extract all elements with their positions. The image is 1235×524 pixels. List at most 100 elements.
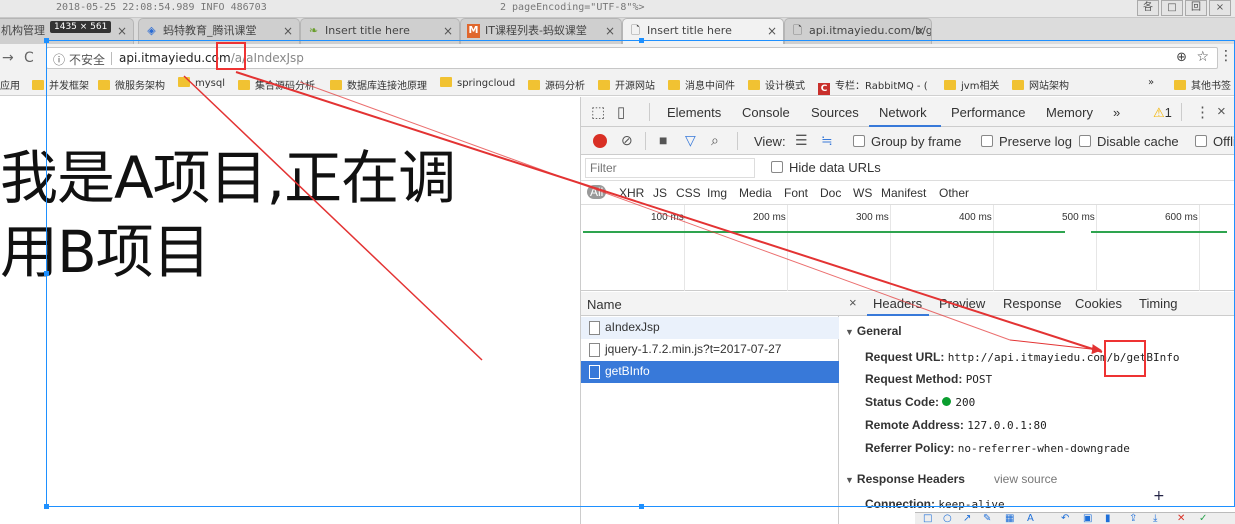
bookmark-folder-springcloud[interactable]: springcloud — [440, 77, 515, 89]
bookmark-folder-jvm[interactable]: jvm相关 — [944, 77, 999, 92]
text-tool-icon[interactable]: A — [1027, 513, 1034, 524]
url-text[interactable]: api.itmayiedu.com/a/aIndexJsp — [119, 51, 304, 65]
bookmark-folder-source-analysis[interactable]: 源码分析 — [528, 77, 585, 92]
pin-icon[interactable]: ▮ — [1105, 513, 1111, 524]
close-detail-icon[interactable]: × — [849, 295, 857, 310]
devtools-menu-icon[interactable]: ⋮ — [1195, 103, 1210, 121]
bookmark-apps[interactable]: 应用 — [0, 77, 20, 92]
bookmark-folder-connection-pool[interactable]: 数据库连接池原理 — [330, 77, 427, 92]
type-filter-font[interactable]: Font — [784, 186, 808, 200]
window-button-1[interactable]: 各 — [1137, 0, 1159, 16]
bookmarks-overflow-button[interactable]: » — [1148, 77, 1154, 88]
tab-api-b[interactable]: 🗋 api.itmayiedu.com/b/g × — [784, 18, 932, 44]
close-window-button[interactable]: × — [1209, 0, 1231, 16]
disable-cache-toggle[interactable]: Disable cache — [1079, 134, 1179, 149]
tab-response[interactable]: Response — [1003, 296, 1062, 311]
maximize-button[interactable]: 回 — [1185, 0, 1207, 16]
mosaic-tool-icon[interactable]: ▦ — [1005, 513, 1014, 524]
bookmark-folder-design-patterns[interactable]: 设计模式 — [748, 77, 805, 92]
network-timeline-overview[interactable]: 100 ms 200 ms 300 ms 400 ms 500 ms 600 m… — [581, 205, 1235, 291]
type-filter-manifest[interactable]: Manifest — [881, 186, 926, 200]
type-filter-all[interactable]: All — [587, 185, 607, 199]
browser-menu-icon[interactable]: ⋮ — [1219, 48, 1233, 64]
arrow-tool-icon[interactable]: ↗ — [963, 513, 971, 524]
type-filter-img[interactable]: Img — [707, 186, 727, 200]
filter-icon[interactable]: ▽ — [685, 132, 696, 149]
tab-elements[interactable]: Elements — [667, 105, 721, 120]
zoom-icon[interactable]: ⊕ — [1176, 50, 1187, 65]
bookmark-folder-microservices[interactable]: 微服务架构 — [98, 77, 165, 92]
tab-memory[interactable]: Memory — [1046, 105, 1093, 120]
waterfall-view-icon[interactable]: ≒ — [821, 132, 833, 149]
minimize-button[interactable]: □ — [1161, 0, 1183, 16]
general-section-toggle[interactable]: ▼ General — [845, 324, 902, 338]
bookmark-rabbitmq-column[interactable]: C 专栏：RabbitMQ - ( — [818, 77, 928, 95]
record-icon[interactable] — [593, 134, 607, 148]
tab-insert-title-2[interactable]: 🗋 Insert title here × — [622, 18, 784, 44]
offline-toggle[interactable]: Offli — [1195, 134, 1235, 149]
type-filter-css[interactable]: CSS — [676, 186, 701, 200]
type-filter-js[interactable]: JS — [653, 186, 667, 200]
bookmark-folder-mq[interactable]: 消息中间件 — [668, 77, 735, 92]
filter-input[interactable] — [585, 158, 755, 178]
type-filter-other[interactable]: Other — [939, 186, 969, 200]
request-list-header-name[interactable]: Name — [581, 292, 839, 316]
request-row-jquery[interactable]: jquery-1.7.2.min.js?t=2017-07-27 — [581, 339, 839, 361]
search-icon[interactable]: ⌕ — [711, 132, 719, 149]
tab-performance[interactable]: Performance — [951, 105, 1025, 120]
ellipse-tool-icon[interactable]: ○ — [943, 513, 952, 524]
type-filter-xhr[interactable]: XHR — [619, 186, 644, 200]
tab-console[interactable]: Console — [742, 105, 790, 120]
tab-sources[interactable]: Sources — [811, 105, 859, 120]
close-devtools-icon[interactable]: × — [1217, 103, 1226, 120]
bookmark-folder-opensource[interactable]: 开源网站 — [598, 77, 655, 92]
response-headers-toggle[interactable]: ▼ Response Headers — [845, 472, 965, 486]
info-icon[interactable]: ⓘ — [53, 51, 65, 68]
tab-timing[interactable]: Timing — [1139, 296, 1178, 311]
warning-counter[interactable]: ⚠1 — [1153, 105, 1172, 121]
bookmark-folder-concurrency[interactable]: 并发框架 — [32, 77, 89, 92]
inspect-element-icon[interactable]: ⬚ — [591, 103, 605, 121]
close-icon[interactable]: × — [605, 19, 615, 43]
camera-icon[interactable]: ■ — [659, 132, 667, 148]
more-tabs-button[interactable]: » — [1113, 105, 1120, 120]
list-view-icon[interactable]: ☰ — [795, 132, 808, 149]
close-icon[interactable]: × — [767, 19, 777, 43]
bookmark-star-icon[interactable]: ☆ — [1196, 49, 1209, 65]
device-toolbar-icon[interactable]: ▯ — [617, 103, 625, 121]
type-filter-doc[interactable]: Doc — [820, 186, 841, 200]
hide-data-urls-toggle[interactable]: Hide data URLs — [771, 160, 881, 175]
tab-it-course-list[interactable]: M IT课程列表-蚂蚁课堂 × — [460, 18, 622, 44]
request-row-aindexjsp[interactable]: aIndexJsp — [581, 317, 839, 339]
share-icon[interactable]: ⇪ — [1129, 513, 1137, 524]
request-row-getbinfo[interactable]: getBInfo — [581, 361, 839, 383]
undo-icon[interactable]: ↶ — [1061, 513, 1069, 524]
close-icon[interactable]: × — [283, 19, 293, 43]
tab-insert-title-1[interactable]: ❧ Insert title here × — [300, 18, 460, 44]
bookmark-folder-site-architecture[interactable]: 网站架构 — [1012, 77, 1069, 92]
cancel-capture-icon[interactable]: ✕ — [1177, 513, 1185, 524]
group-by-frame-toggle[interactable]: Group by frame — [853, 134, 961, 149]
tab-cookies[interactable]: Cookies — [1075, 296, 1122, 311]
tab-preview[interactable]: Preview — [939, 296, 985, 311]
close-icon[interactable]: × — [117, 19, 127, 43]
confirm-capture-icon[interactable]: ✓ — [1199, 513, 1207, 524]
rectangle-tool-icon[interactable]: □ — [923, 513, 932, 524]
reload-icon[interactable]: C — [24, 50, 34, 66]
clear-icon[interactable]: ⊘ — [621, 132, 633, 149]
download-icon[interactable]: ⤓ — [1153, 513, 1157, 524]
type-filter-ws[interactable]: WS — [853, 186, 872, 200]
tab-tencent-classroom[interactable]: ◈ 蚂特教育_腾讯课堂 × — [138, 18, 300, 44]
close-icon[interactable]: × — [443, 19, 453, 43]
forward-arrow-icon[interactable]: → — [2, 50, 14, 66]
view-source-link[interactable]: view source — [994, 472, 1057, 486]
bookmark-folder-mysql[interactable]: mysql — [178, 77, 225, 89]
tab-headers[interactable]: Headers — [873, 296, 922, 311]
save-icon[interactable]: ▣ — [1083, 513, 1092, 524]
type-filter-media[interactable]: Media — [739, 186, 772, 200]
tab-network[interactable]: Network — [879, 105, 927, 120]
pen-tool-icon[interactable]: ✎ — [983, 513, 991, 524]
close-icon[interactable]: × — [915, 19, 925, 43]
bookmark-folder-other[interactable]: 其他书签 — [1174, 77, 1231, 92]
bookmark-folder-collections[interactable]: 集合源码分析 — [238, 77, 315, 92]
